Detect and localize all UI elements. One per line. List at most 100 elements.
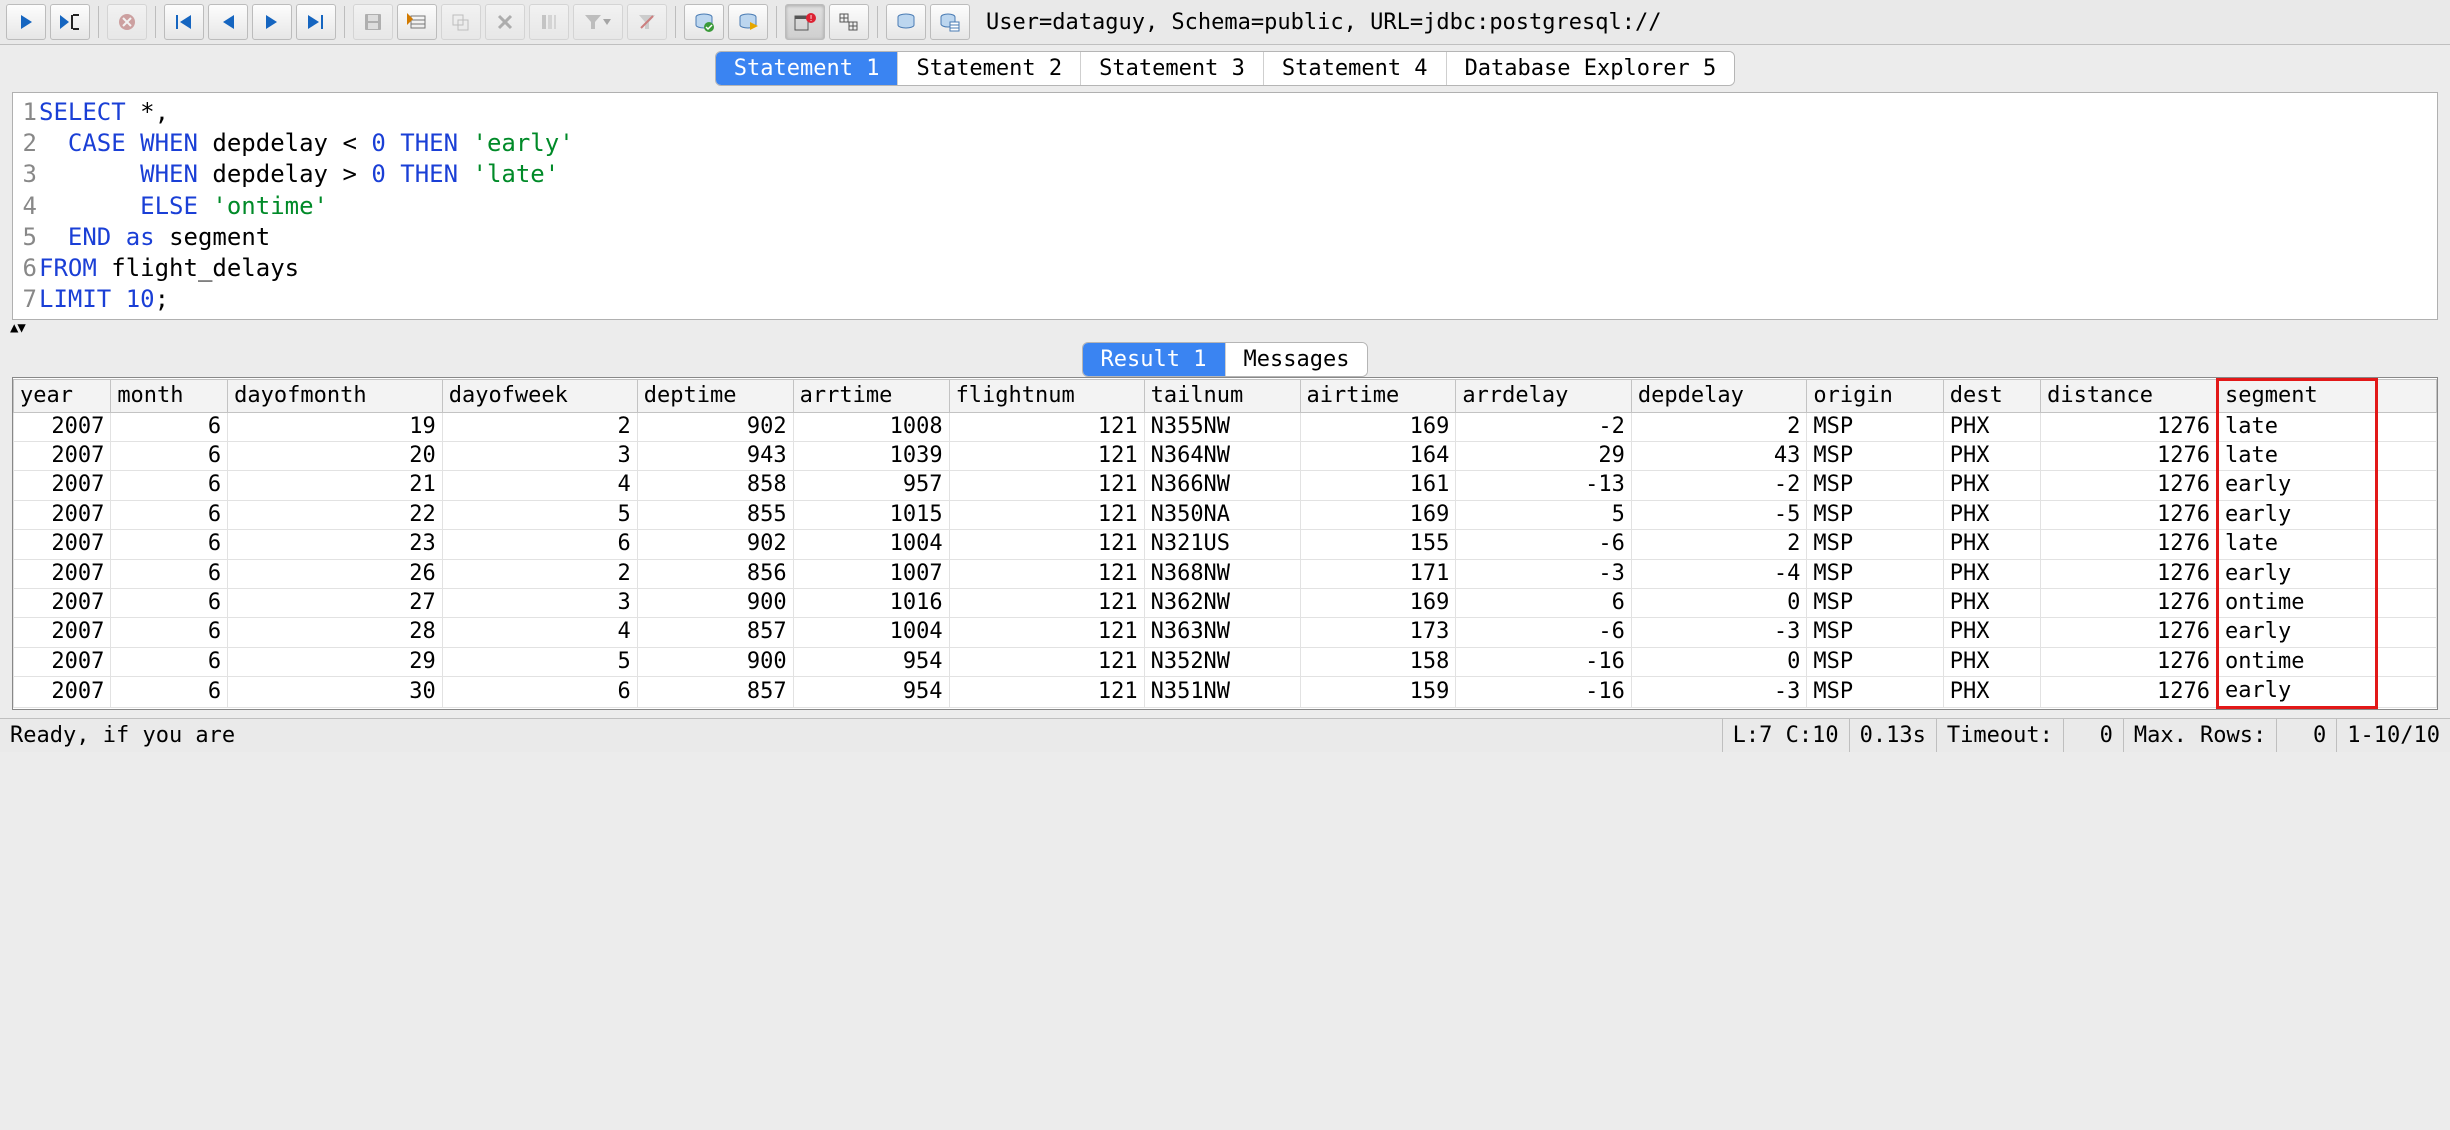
cell[interactable]: 943 bbox=[637, 442, 793, 471]
cell[interactable]: 2 bbox=[442, 559, 637, 588]
cell[interactable]: 858 bbox=[637, 471, 793, 500]
cell[interactable]: 121 bbox=[949, 677, 1144, 707]
cell[interactable]: 855 bbox=[637, 500, 793, 529]
cell[interactable]: 121 bbox=[949, 618, 1144, 647]
cell[interactable]: 2007 bbox=[14, 530, 111, 559]
cell[interactable]: MSP bbox=[1807, 589, 1943, 618]
column-header-dayofweek[interactable]: dayofweek bbox=[442, 380, 637, 412]
status-maxrows-value[interactable]: 0 bbox=[2276, 719, 2336, 752]
cell[interactable]: 2007 bbox=[14, 412, 111, 441]
column-header-tailnum[interactable]: tailnum bbox=[1144, 380, 1300, 412]
cell[interactable]: 1039 bbox=[793, 442, 949, 471]
sql-editor[interactable]: 1SELECT *,2 CASE WHEN depdelay < 0 THEN … bbox=[13, 93, 2437, 319]
cell[interactable]: 5 bbox=[442, 500, 637, 529]
cell[interactable]: MSP bbox=[1807, 618, 1943, 647]
cell[interactable]: 2007 bbox=[14, 559, 111, 588]
cell[interactable]: 856 bbox=[637, 559, 793, 588]
cell[interactable]: PHX bbox=[1943, 412, 2040, 441]
cell[interactable]: 121 bbox=[949, 442, 1144, 471]
editor-line[interactable]: 7LIMIT 10; bbox=[21, 284, 2429, 315]
execute-script-button[interactable] bbox=[728, 4, 768, 40]
editor-line[interactable]: 5 END as segment bbox=[21, 222, 2429, 253]
next-record-button[interactable] bbox=[252, 4, 292, 40]
cell[interactable]: 5 bbox=[1456, 500, 1631, 529]
column-header-depdelay[interactable]: depdelay bbox=[1631, 380, 1806, 412]
cell[interactable]: N366NW bbox=[1144, 471, 1300, 500]
cell[interactable]: 6 bbox=[111, 559, 228, 588]
status-timeout-value[interactable]: 0 bbox=[2063, 719, 2123, 752]
cell[interactable]: -16 bbox=[1456, 647, 1631, 676]
cell[interactable]: 857 bbox=[637, 677, 793, 707]
cell[interactable]: PHX bbox=[1943, 677, 2040, 707]
cell[interactable]: 1016 bbox=[793, 589, 949, 618]
cell[interactable]: 23 bbox=[228, 530, 443, 559]
cell[interactable]: -3 bbox=[1631, 677, 1806, 707]
cell[interactable]: 957 bbox=[793, 471, 949, 500]
tab-statement-2[interactable]: Statement 2 bbox=[898, 52, 1081, 85]
cell[interactable]: N364NW bbox=[1144, 442, 1300, 471]
cell[interactable]: 2007 bbox=[14, 500, 111, 529]
cell[interactable]: MSP bbox=[1807, 530, 1943, 559]
editor-line[interactable]: 3 WHEN depdelay > 0 THEN 'late' bbox=[21, 159, 2429, 190]
cell[interactable]: -13 bbox=[1456, 471, 1631, 500]
cell[interactable]: MSP bbox=[1807, 471, 1943, 500]
table-row[interactable]: 200762739001016121N362NW16960MSPPHX1276o… bbox=[14, 589, 2437, 618]
result-grid[interactable]: yearmonthdayofmonthdayofweekdeptimearrti… bbox=[13, 378, 2437, 708]
cell[interactable]: late bbox=[2218, 530, 2377, 559]
column-header-arrtime[interactable]: arrtime bbox=[793, 380, 949, 412]
cell[interactable]: 902 bbox=[637, 412, 793, 441]
cell[interactable]: PHX bbox=[1943, 530, 2040, 559]
cell[interactable]: 1276 bbox=[2041, 471, 2218, 500]
tab-statement-4[interactable]: Statement 4 bbox=[1264, 52, 1447, 85]
cell[interactable]: 2 bbox=[1631, 530, 1806, 559]
cell[interactable]: N351NW bbox=[1144, 677, 1300, 707]
table-row[interactable]: 200762628561007121N368NW171-3-4MSPPHX127… bbox=[14, 559, 2437, 588]
column-header-flightnum[interactable]: flightnum bbox=[949, 380, 1144, 412]
cell[interactable]: 155 bbox=[1300, 530, 1456, 559]
cell[interactable]: ontime bbox=[2218, 589, 2377, 618]
cell[interactable]: 2 bbox=[442, 412, 637, 441]
cell[interactable]: 6 bbox=[111, 530, 228, 559]
cell[interactable]: -2 bbox=[1631, 471, 1806, 500]
cell[interactable]: 2007 bbox=[14, 677, 111, 707]
cell[interactable]: early bbox=[2218, 618, 2377, 647]
table-row[interactable]: 20076214858957121N366NW161-13-2MSPPHX127… bbox=[14, 471, 2437, 500]
cell[interactable]: -6 bbox=[1456, 530, 1631, 559]
cell[interactable]: 1276 bbox=[2041, 412, 2218, 441]
table-row[interactable]: 20076295900954121N352NW158-160MSPPHX1276… bbox=[14, 647, 2437, 676]
cell[interactable]: 6 bbox=[111, 442, 228, 471]
tab-statement-1[interactable]: Statement 1 bbox=[716, 52, 899, 85]
cell[interactable]: late bbox=[2218, 412, 2377, 441]
cell[interactable]: 1004 bbox=[793, 530, 949, 559]
cell[interactable]: 2007 bbox=[14, 442, 111, 471]
code-line[interactable]: WHEN depdelay > 0 THEN 'late' bbox=[39, 159, 2429, 190]
cell[interactable]: 121 bbox=[949, 500, 1144, 529]
cell[interactable]: 2 bbox=[1631, 412, 1806, 441]
cell[interactable]: MSP bbox=[1807, 559, 1943, 588]
cell[interactable]: -3 bbox=[1631, 618, 1806, 647]
cell[interactable]: 6 bbox=[1456, 589, 1631, 618]
prev-record-button[interactable] bbox=[208, 4, 248, 40]
cell[interactable]: 6 bbox=[111, 412, 228, 441]
cell[interactable]: 1276 bbox=[2041, 530, 2218, 559]
cell[interactable]: N363NW bbox=[1144, 618, 1300, 647]
code-line[interactable]: ELSE 'ontime' bbox=[39, 191, 2429, 222]
append-results-button[interactable] bbox=[829, 4, 869, 40]
cell[interactable]: N352NW bbox=[1144, 647, 1300, 676]
cell[interactable]: early bbox=[2218, 559, 2377, 588]
column-header-airtime[interactable]: airtime bbox=[1300, 380, 1456, 412]
run-current-button[interactable] bbox=[50, 4, 90, 40]
cell[interactable]: 2007 bbox=[14, 471, 111, 500]
cell[interactable]: 0 bbox=[1631, 589, 1806, 618]
commit-warning-button[interactable]: ! bbox=[785, 4, 825, 40]
cell[interactable]: 121 bbox=[949, 647, 1144, 676]
cell[interactable]: 6 bbox=[442, 530, 637, 559]
cell[interactable]: N362NW bbox=[1144, 589, 1300, 618]
column-header-year[interactable]: year bbox=[14, 380, 111, 412]
editor-line[interactable]: 4 ELSE 'ontime' bbox=[21, 191, 2429, 222]
cell[interactable]: N321US bbox=[1144, 530, 1300, 559]
cell[interactable]: 28 bbox=[228, 618, 443, 647]
cell[interactable]: MSP bbox=[1807, 647, 1943, 676]
cell[interactable]: 1276 bbox=[2041, 677, 2218, 707]
cell[interactable]: 169 bbox=[1300, 412, 1456, 441]
